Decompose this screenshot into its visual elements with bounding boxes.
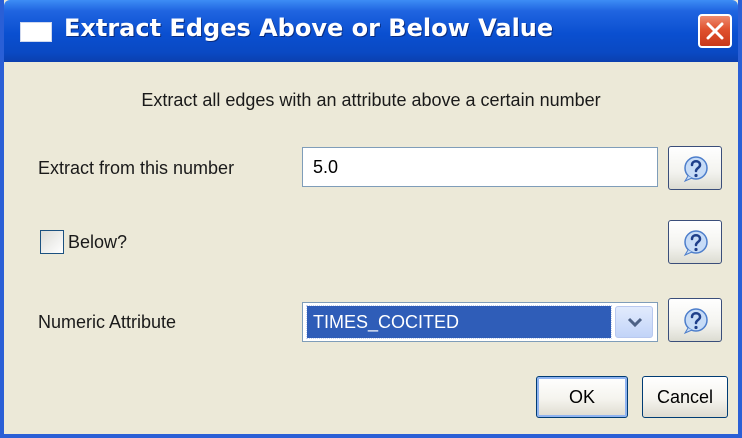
dialog-description: Extract all edges with an attribute abov… (141, 90, 601, 110)
below-help-button[interactable] (668, 220, 722, 264)
dialog-window: Extract Edges Above or Below Value Extra… (0, 0, 742, 438)
below-checkbox[interactable] (40, 230, 64, 254)
number-help-button[interactable] (668, 146, 722, 190)
help-icon (683, 230, 708, 257)
number-field-label: Extract from this number (38, 158, 235, 178)
dialog-content: Extract all edges with an attribute abov… (4, 62, 738, 434)
number-input[interactable] (302, 147, 658, 187)
close-icon (706, 22, 724, 40)
attribute-help-button[interactable] (668, 298, 722, 342)
below-checkbox-label: Below? (68, 232, 128, 252)
numeric-attribute-select[interactable]: TIMES_COCITED (302, 302, 658, 342)
ok-button[interactable]: OK (536, 376, 628, 418)
selected-attribute: TIMES_COCITED (306, 305, 612, 339)
chevron-down-icon (627, 317, 643, 328)
help-icon (683, 156, 708, 183)
dropdown-button[interactable] (615, 306, 653, 338)
help-icon (683, 308, 708, 335)
title-bar[interactable]: Extract Edges Above or Below Value (4, 0, 738, 62)
attribute-select-label: Numeric Attribute (38, 312, 177, 332)
window-title: Extract Edges Above or Below Value (64, 14, 554, 42)
close-button[interactable] (698, 14, 732, 48)
window-icon (20, 22, 52, 42)
cancel-button[interactable]: Cancel (642, 376, 728, 418)
